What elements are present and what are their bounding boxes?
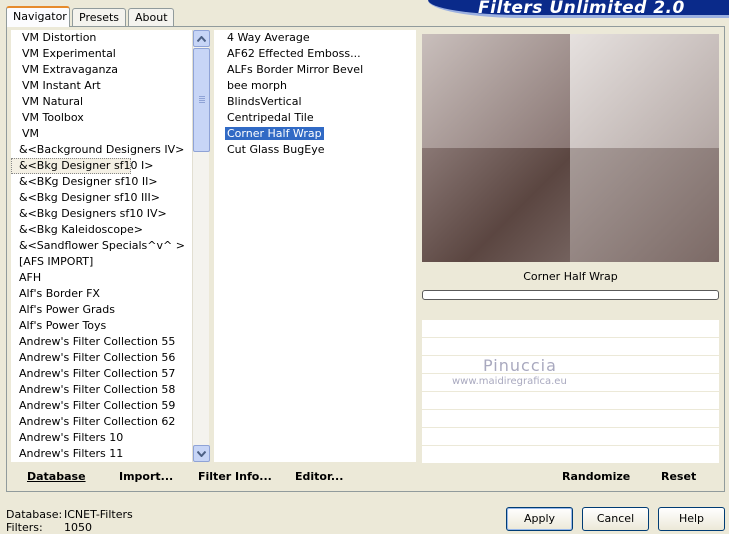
import-button[interactable]: Import... [119, 470, 173, 483]
category-item[interactable]: &<Bkg Designer sf10 III> [11, 190, 192, 206]
database-value: ICNET-Filters [64, 508, 133, 521]
slider-row[interactable] [422, 392, 719, 410]
help-button[interactable]: Help [658, 507, 725, 531]
database-button[interactable]: Database [27, 470, 86, 483]
scroll-thumb[interactable] [193, 48, 210, 152]
category-item[interactable]: VM Instant Art [11, 78, 192, 94]
filter-item[interactable]: BlindsVertical [214, 94, 416, 110]
filter-item[interactable]: 4 Way Average [214, 30, 416, 46]
category-item[interactable]: Andrew's Filter Collection 58 [11, 382, 192, 398]
category-item[interactable]: &<BKg Designer sf10 II> [11, 174, 192, 190]
preview-filter-name: Corner Half Wrap [523, 270, 618, 283]
filter-item-label: Corner Half Wrap [225, 127, 324, 140]
preview-button-bar: Randomize Reset [420, 464, 719, 490]
category-item[interactable]: AFH [11, 270, 192, 286]
watermark-name: Pinuccia [483, 356, 557, 375]
slider-row[interactable] [422, 356, 719, 374]
category-item[interactable]: Andrew's Filters 11 [11, 446, 192, 462]
category-item[interactable]: VM Distortion [11, 30, 192, 46]
category-item[interactable]: VM Experimental [11, 46, 192, 62]
tab-presets[interactable]: Presets [72, 8, 126, 26]
filter-item-label: BlindsVertical [227, 95, 302, 108]
cancel-button[interactable]: Cancel [582, 507, 649, 531]
category-item[interactable]: &<Bkg Kaleidoscope> [11, 222, 192, 238]
tab-about[interactable]: About [128, 8, 174, 26]
filter-item[interactable]: Cut Glass BugEye [214, 142, 416, 158]
filter-info-button[interactable]: Filter Info... [198, 470, 272, 483]
filter-item-label: 4 Way Average [227, 31, 310, 44]
category-scrollbar[interactable] [192, 30, 210, 462]
tab-navigator[interactable]: Navigator [6, 6, 70, 27]
category-item[interactable]: VM Extravaganza [11, 62, 192, 78]
category-item[interactable]: &<Bkg Designer sf10 I> [11, 158, 154, 174]
parameter-sliders [422, 320, 719, 464]
category-item[interactable]: Andrew's Filter Collection 55 [11, 334, 192, 350]
slider-row[interactable] [422, 410, 719, 428]
category-item[interactable]: Andrew's Filter Collection 62 [11, 414, 192, 430]
category-item[interactable]: Andrew's Filter Collection 59 [11, 398, 192, 414]
category-item[interactable]: VM [11, 126, 192, 142]
apply-button[interactable]: Apply [506, 507, 573, 531]
chevron-down-icon [197, 450, 206, 457]
preview-image [422, 34, 719, 262]
category-item[interactable]: VM Toolbox [11, 110, 192, 126]
randomize-button[interactable]: Randomize [562, 470, 630, 483]
slider-row[interactable] [422, 338, 719, 356]
category-item[interactable]: &<Background Designers IV> [11, 142, 192, 158]
category-item[interactable]: Alf's Power Toys [11, 318, 192, 334]
filter-item[interactable]: bee morph [214, 78, 416, 94]
filter-item-label: ALFs Border Mirror Bevel [227, 63, 364, 76]
category-item[interactable]: Alf's Power Grads [11, 302, 192, 318]
filter-item-label: Cut Glass BugEye [227, 143, 325, 156]
scroll-down-button[interactable] [193, 445, 210, 462]
slider-row[interactable] [422, 446, 719, 464]
database-label: Database: [6, 508, 63, 521]
filter-item[interactable]: Centripedal Tile [214, 110, 416, 126]
filter-item[interactable]: ALFs Border Mirror Bevel [214, 62, 416, 78]
category-item[interactable]: Andrew's Filter Collection 57 [11, 366, 192, 382]
progress-bar [422, 290, 719, 300]
watermark-url: www.maidiregrafica.eu [452, 376, 567, 387]
reset-button[interactable]: Reset [661, 470, 696, 483]
filter-item-label: bee morph [227, 79, 287, 92]
category-item[interactable]: Andrew's Filter Collection 56 [11, 350, 192, 366]
filter-item-label: AF62 Effected Emboss... [227, 47, 361, 60]
category-item[interactable]: VM Natural [11, 94, 192, 110]
category-list[interactable]: VM Distortion VM Experimental VM Extravaga… [11, 30, 192, 462]
filter-item[interactable]: AF62 Effected Emboss... [214, 46, 416, 62]
editor-button[interactable]: Editor... [295, 470, 343, 483]
filter-item-label: Centripedal Tile [227, 111, 314, 124]
chevron-up-icon [197, 35, 206, 42]
category-item[interactable]: &<Bkg Designers sf10 IV> [11, 206, 192, 222]
list-button-bar: Database Import... Filter Info... Editor… [11, 464, 416, 490]
slider-row[interactable] [422, 428, 719, 446]
category-item[interactable]: Alf's Border FX [11, 286, 192, 302]
category-item[interactable]: &<Sandflower Specials^v^ > [11, 238, 192, 254]
filter-item[interactable]: Corner Half Wrap [214, 126, 416, 142]
banner-title: Filters Unlimited 2.0 [478, 0, 685, 18]
filter-list[interactable]: 4 Way Average AF62 Effected Emboss... ALFs… [214, 30, 416, 462]
category-item[interactable]: Andrew's Filters 10 [11, 430, 192, 446]
scroll-up-button[interactable] [193, 30, 210, 47]
category-item[interactable]: [AFS IMPORT] [11, 254, 192, 270]
slider-row[interactable] [422, 320, 719, 338]
